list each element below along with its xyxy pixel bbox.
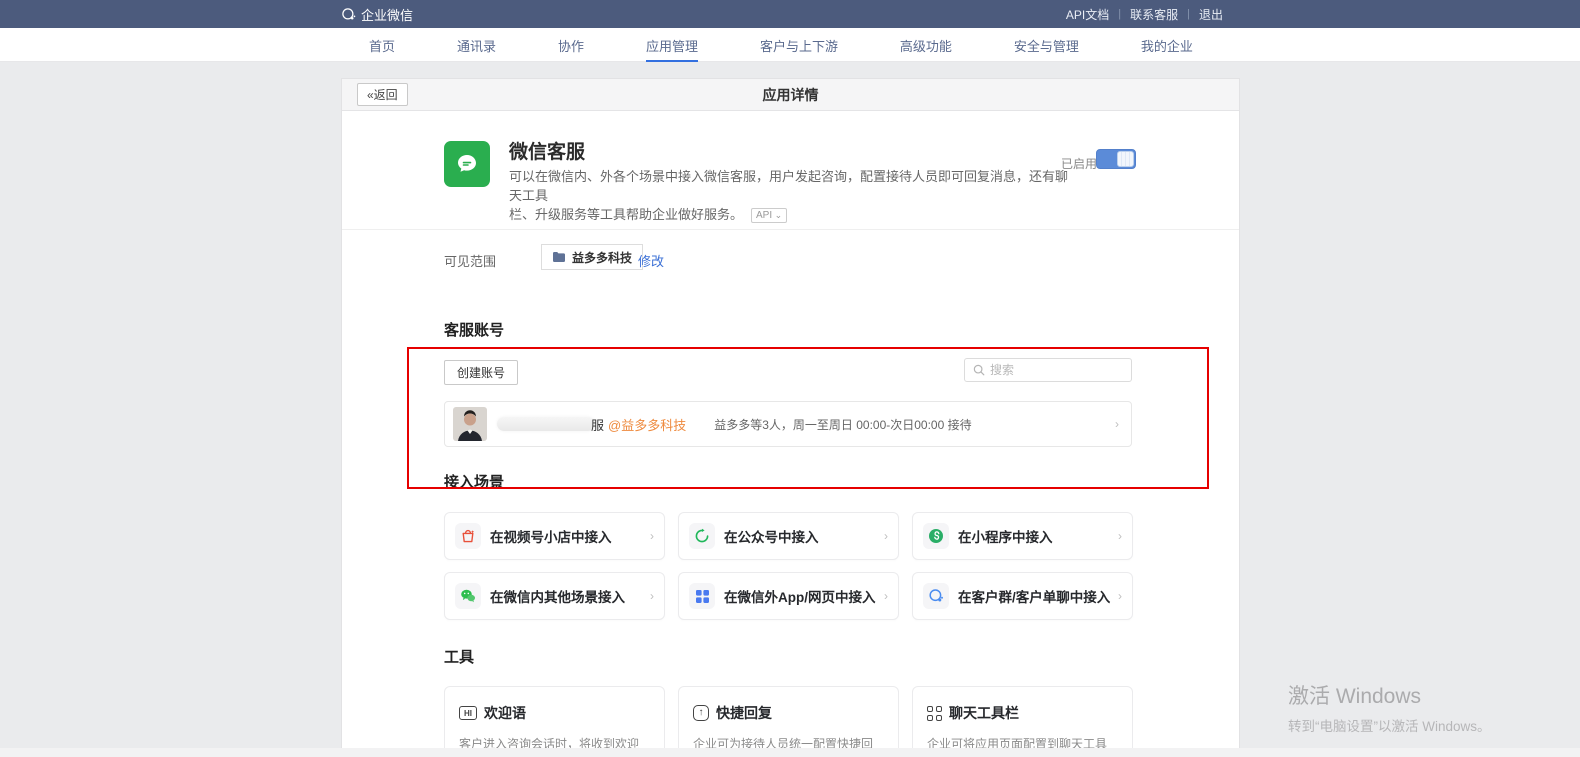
- scene-label: 在微信外App/网页中接入: [724, 586, 884, 606]
- nav-security[interactable]: 安全与管理: [1014, 28, 1079, 62]
- watermark-line1: 激活 Windows: [1288, 680, 1491, 710]
- chevron-right-icon: [1118, 589, 1122, 603]
- nav-contacts[interactable]: 通讯录: [457, 28, 496, 62]
- scene-card-official-account[interactable]: 在公众号中接入: [678, 512, 899, 560]
- official-account-icon: [689, 523, 715, 549]
- nav-app-management[interactable]: 应用管理: [646, 28, 698, 62]
- scene-label: 在公众号中接入: [724, 526, 884, 546]
- chevron-right-icon: [650, 529, 654, 543]
- nav-collaboration[interactable]: 协作: [558, 28, 584, 62]
- tool-title: 聊天工具栏: [949, 703, 1019, 723]
- account-schedule: 益多多等3人，周一至周日 00:00-次日00:00 接待: [714, 416, 1115, 433]
- wecom-logo-icon: [341, 7, 356, 22]
- service-account-row[interactable]: 服 @益多多科技 益多多等3人，周一至周日 00:00-次日00:00 接待: [444, 401, 1132, 447]
- topbar: 企业微信 API文档 | 联系客服 | 退出: [0, 0, 1580, 28]
- wechat-icon: [455, 583, 481, 609]
- scope-edit-link[interactable]: 修改: [638, 251, 664, 270]
- viewport-bottom-edge: [0, 748, 1580, 757]
- scene-label: 在微信内其他场景接入: [490, 586, 650, 606]
- chevron-right-icon: [650, 589, 654, 603]
- tool-title: 快捷回复: [716, 703, 772, 723]
- tools-section-title: 工具: [444, 646, 474, 667]
- contact-support-link[interactable]: 联系客服: [1121, 6, 1187, 23]
- toggle-knob: [1117, 151, 1134, 167]
- chevron-right-icon: [1115, 417, 1119, 431]
- back-button[interactable]: «返回: [357, 83, 408, 106]
- api-doc-link[interactable]: API文档: [1057, 6, 1118, 23]
- tool-card-quick-reply[interactable]: ↑ 快捷回复 企业可为接待人员统一配置快捷回复，接待人员还可自己添加，添加后，接…: [678, 686, 899, 757]
- main-navbar: 首页 通讯录 协作 应用管理 客户与上下游 高级功能 安全与管理 我的企业: [0, 28, 1580, 62]
- scene-card-wechat-other[interactable]: 在微信内其他场景接入: [444, 572, 665, 620]
- chevron-right-icon: [884, 589, 888, 603]
- brand-label: 企业微信: [361, 5, 413, 24]
- search-input[interactable]: [990, 363, 1110, 377]
- windows-activation-watermark: 激活 Windows 转到“电脑设置”以激活 Windows。: [1288, 680, 1491, 735]
- account-mention: @益多多科技: [608, 415, 686, 434]
- visible-scope-tag: 益多多科技: [541, 244, 643, 270]
- enabled-status-label: 已启用: [1061, 155, 1097, 172]
- scene-label: 在小程序中接入: [958, 526, 1118, 546]
- scene-card-customer-chat[interactable]: 在客户群/客户单聊中接入: [912, 572, 1133, 620]
- app-grid-icon: [689, 583, 715, 609]
- search-box[interactable]: [964, 358, 1132, 382]
- customer-chat-icon: [923, 583, 949, 609]
- scene-card-external-app[interactable]: 在微信外App/网页中接入: [678, 572, 899, 620]
- redacted-account-name: [497, 417, 595, 431]
- scene-card-miniprogram[interactable]: 在小程序中接入: [912, 512, 1133, 560]
- account-avatar: [453, 407, 487, 441]
- welcome-message-icon: HI: [459, 706, 477, 720]
- wechat-customer-service-app-icon: [444, 141, 490, 187]
- access-scenes-section-title: 接入场景: [444, 471, 504, 492]
- section-divider: [342, 229, 1240, 230]
- search-icon: [973, 364, 985, 376]
- api-dropdown-tag[interactable]: API: [751, 208, 787, 223]
- folder-icon: [552, 251, 566, 263]
- page-title: 应用详情: [342, 85, 1239, 105]
- scene-label: 在视频号小店中接入: [490, 526, 650, 546]
- nav-customers[interactable]: 客户与上下游: [760, 28, 838, 62]
- topbar-links: API文档 | 联系客服 | 退出: [1057, 0, 1232, 28]
- wecom-brand[interactable]: 企业微信: [341, 0, 413, 28]
- tool-card-welcome-message[interactable]: HI 欢迎语 客户进入咨询会话时，将收到欢迎语。欢迎语支持添加知识问答，添加后将…: [444, 686, 665, 757]
- access-scene-grid: 在视频号小店中接入 在公众号中接入 在小程序中接入: [444, 512, 1136, 620]
- miniprogram-icon: [923, 523, 949, 549]
- app-detail-panel: «返回 应用详情 微信客服 可以在微信内、外各个场景中接入微信客服，用户发起咨询…: [341, 78, 1240, 757]
- enable-toggle[interactable]: [1096, 149, 1136, 169]
- app-description-line2: 栏、升级服务等工具帮助企业做好服务。API: [509, 205, 1069, 224]
- scope-department-name: 益多多科技: [572, 249, 632, 266]
- visible-scope-label: 可见范围: [444, 251, 496, 270]
- account-name-suffix: 服: [591, 415, 604, 434]
- chevron-right-icon: [884, 529, 888, 543]
- nav-home[interactable]: 首页: [369, 28, 395, 62]
- tool-title: 欢迎语: [484, 703, 526, 723]
- chat-toolbar-icon: [927, 706, 942, 721]
- app-name: 微信客服: [509, 137, 585, 164]
- logout-link[interactable]: 退出: [1190, 6, 1232, 23]
- scene-card-video-shop[interactable]: 在视频号小店中接入: [444, 512, 665, 560]
- service-account-section-title: 客服账号: [444, 319, 504, 340]
- app-description: 可以在微信内、外各个场景中接入微信客服，用户发起咨询，配置接待人员即可回复消息，…: [509, 167, 1069, 224]
- nav-advanced[interactable]: 高级功能: [900, 28, 952, 62]
- create-account-button[interactable]: 创建账号: [444, 360, 518, 385]
- chevron-right-icon: [1118, 529, 1122, 543]
- tool-card-chat-toolbar[interactable]: 聊天工具栏 企业可将应用页面配置到聊天工具栏，方便接待人员在客服聊天中查看和使用…: [912, 686, 1133, 757]
- nav-my-company[interactable]: 我的企业: [1141, 28, 1193, 62]
- tool-grid: HI 欢迎语 客户进入咨询会话时，将收到欢迎语。欢迎语支持添加知识问答，添加后将…: [444, 686, 1136, 757]
- panel-header: «返回 应用详情: [342, 79, 1239, 111]
- watermark-line2: 转到“电脑设置”以激活 Windows。: [1288, 715, 1491, 735]
- scene-label: 在客户群/客户单聊中接入: [958, 586, 1118, 606]
- nav-items: 首页 通讯录 协作 应用管理 客户与上下游 高级功能 安全与管理 我的企业: [341, 28, 1221, 62]
- quick-reply-icon: ↑: [693, 705, 709, 721]
- app-description-line1: 可以在微信内、外各个场景中接入微信客服，用户发起咨询，配置接待人员即可回复消息，…: [509, 167, 1069, 205]
- video-shop-icon: [455, 523, 481, 549]
